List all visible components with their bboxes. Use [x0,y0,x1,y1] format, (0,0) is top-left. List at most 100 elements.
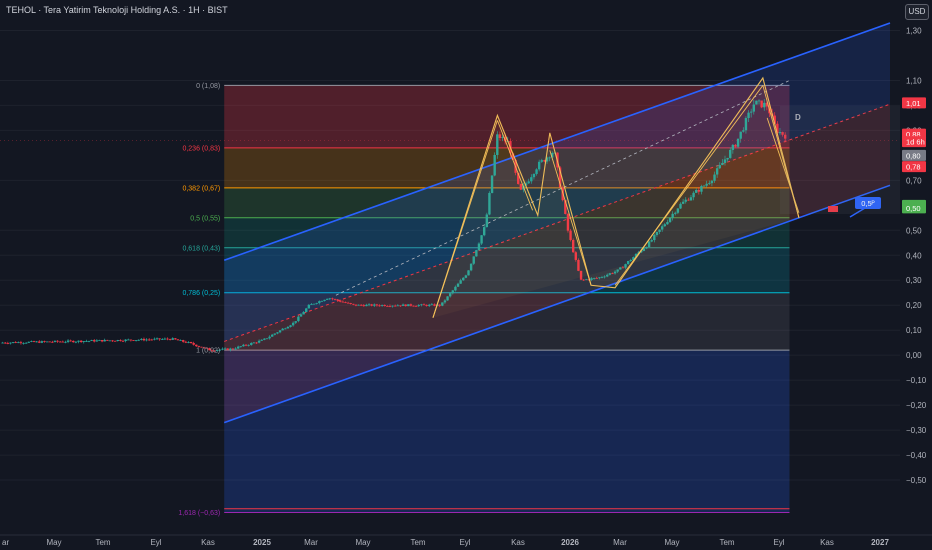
candle-body [535,169,538,174]
candle-body [229,348,232,350]
chart-header: TEHOL · Tera Yatirim Teknoloji Holding A… [6,5,228,15]
candle-body [414,305,418,307]
candle-body [79,340,83,343]
candle-body [409,304,413,306]
candle-body [396,305,400,307]
candle-body [72,340,75,343]
price-chart[interactable]: 0 (1,08) 0,236 (0,83) 0,382 (0,67) 0,5 (0,5… [0,0,932,550]
candle-body [273,333,277,335]
candle-body [132,340,135,341]
candle-body [378,305,381,307]
candle-body [153,338,156,340]
candle-body [331,298,334,300]
candle-body [315,303,318,304]
candle-body [168,339,172,340]
candle-body [155,338,159,340]
candle-body [163,338,167,340]
candle-body [100,340,104,342]
candle-body [11,342,15,343]
symbol-name[interactable]: TEHOL [6,5,36,15]
price-tick-label: −0,20 [906,401,927,410]
fib-level-label: 0 (1,08) [196,83,220,90]
candle-body [137,339,140,341]
candle-body [58,341,62,343]
candle-body [53,340,57,342]
fib-level-label: 0,382 (0,67) [182,185,220,192]
candle-body [336,299,339,301]
fib-level-label: 0,236 (0,83) [182,145,220,152]
fib-level-label: 0,5 (0,55) [190,215,220,222]
candle-body [90,340,93,341]
candle-body [64,341,67,343]
candle-body [95,340,99,342]
fib-level-label: 0,618 (0,43) [182,245,220,252]
candle-body [77,340,80,342]
candle-body [401,304,405,306]
candle-body [532,173,536,178]
candle-body [299,314,303,317]
candle-body [239,346,242,348]
candle-body [82,341,85,343]
candle-body [433,304,436,306]
candle-body [289,325,292,327]
candle-body [323,299,326,301]
candle-body [430,304,434,306]
candle-body [22,342,25,344]
candle-body [260,339,263,341]
candle-body [252,342,256,344]
candle-body [171,338,174,340]
candle-body [174,338,177,340]
candle-body [51,341,54,343]
candle-body [428,304,431,306]
candle-body [4,342,7,344]
time-tick-label: Eyl [459,538,470,547]
candle-body [158,338,161,340]
price-tick-label: 1,10 [906,76,922,85]
candle-body [147,339,151,341]
candle-body [129,339,133,341]
candle-body [318,301,321,304]
candle-body [383,305,386,306]
candle-body [310,304,313,305]
candle-body [530,177,533,182]
price-tick-label: −0,40 [906,451,927,460]
candle-body [307,304,311,309]
time-tick-label: 2026 [561,538,579,547]
price-tick-label: 1,30 [906,26,922,35]
candle-body [142,338,146,341]
candle-body [257,340,261,343]
candle-body [48,341,51,343]
candle-body [250,343,253,345]
candle-body [585,279,588,281]
candle-body [294,321,297,323]
time-tick-label: May [664,538,679,547]
candle-body [161,339,164,340]
candle-body [286,326,290,329]
candle-body [30,341,33,342]
candle-body [425,304,428,306]
candle-body [242,344,245,347]
candle-body [140,338,143,340]
candle-body [540,160,543,162]
time-tick-label: May [46,538,61,547]
candle-body [247,344,250,346]
candle-body [19,342,23,344]
price-axis[interactable]: 1,301,101,000,900,700,500,400,300,200,10… [900,0,932,550]
price-tick-label: 0,10 [906,326,922,335]
time-axis[interactable]: ar May Tem Eyl Kas 2025 Mar May Tem Eyl Kas 2026 Mar… [0,534,932,550]
candle-body [43,341,46,342]
candle-body [370,304,373,306]
candle-body [284,328,287,330]
price-tick-label: 0,50 [906,226,922,235]
candle-body [182,340,185,342]
time-tick-label: Mar [613,538,627,547]
candle-body [189,342,193,344]
candle-body [61,341,65,343]
price-tag-label: 1,01 [906,99,921,108]
currency-button[interactable]: USD [905,4,929,20]
candle-body [268,336,271,339]
candle-body [93,340,96,342]
time-tick-label: Kas [201,538,215,547]
candle-body [291,322,295,326]
time-tick-label: May [355,538,370,547]
